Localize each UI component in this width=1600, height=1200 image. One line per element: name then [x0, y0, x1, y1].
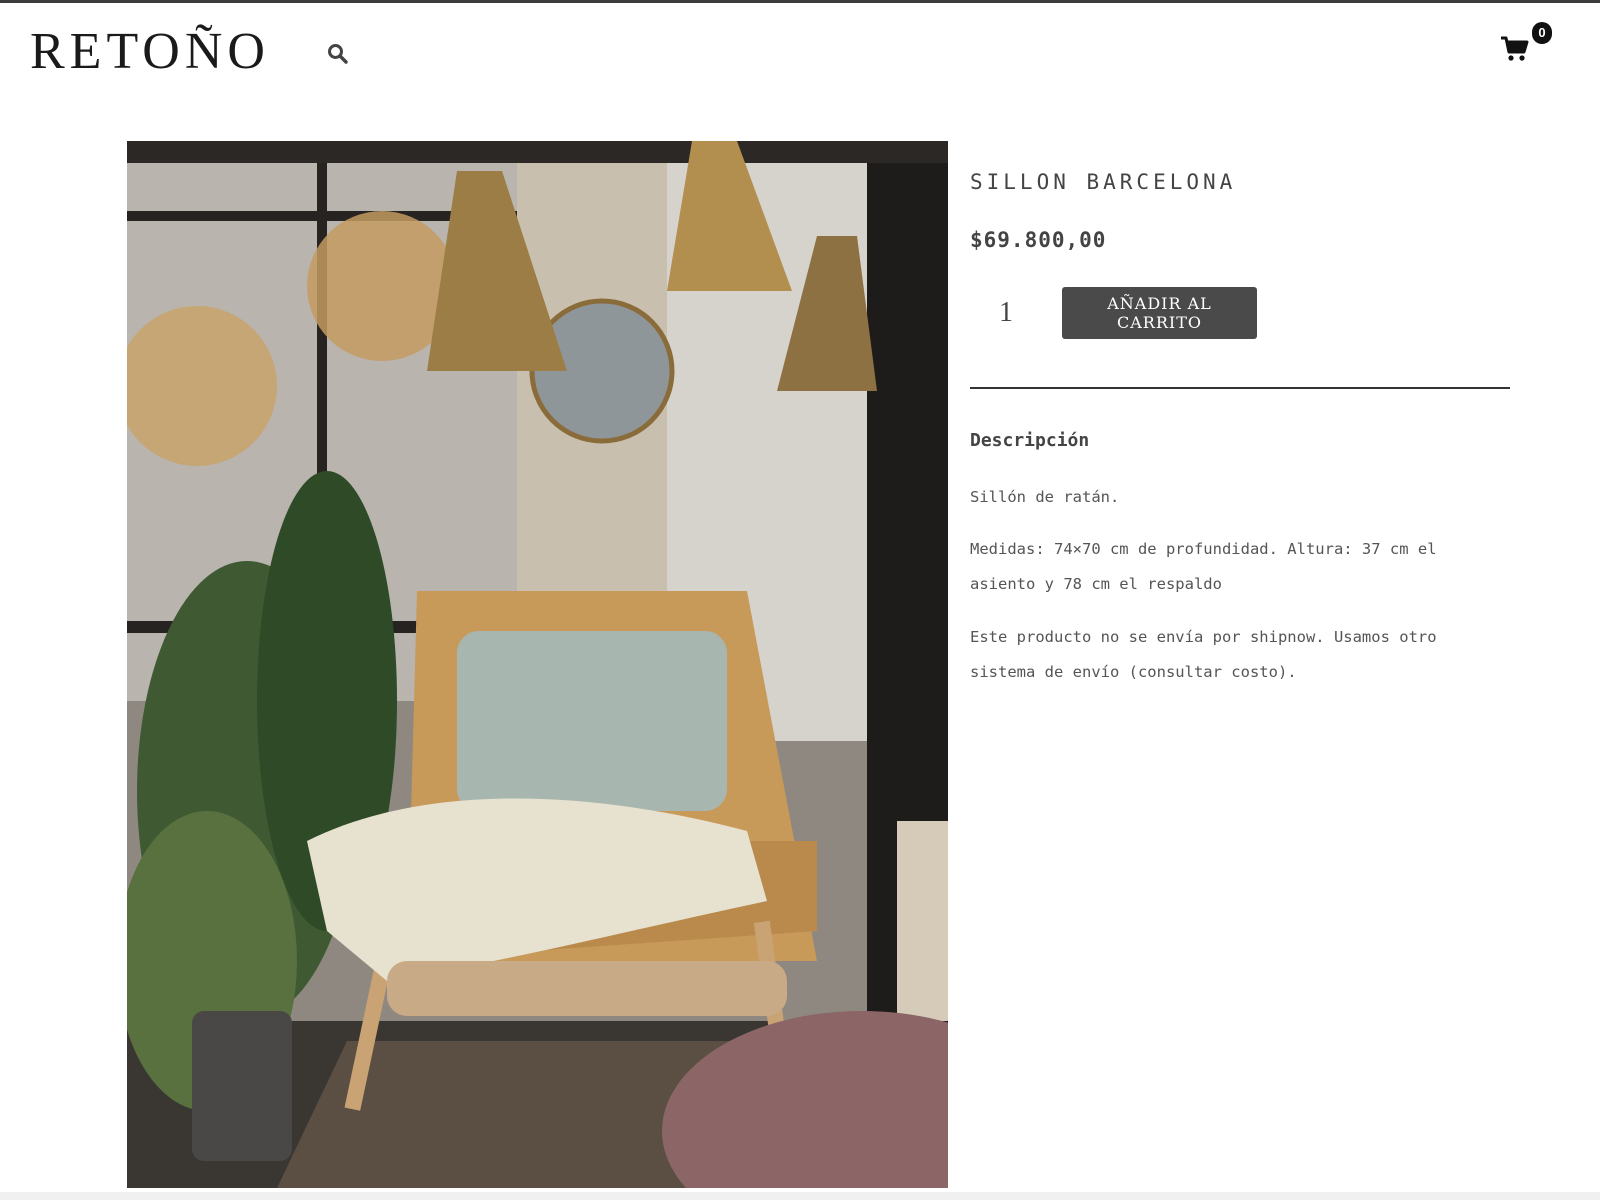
cart-icon [1500, 34, 1530, 64]
product-price: $69.800,00 [970, 228, 1107, 252]
add-to-cart-button[interactable]: AÑADIR AL CARRITO [1062, 287, 1257, 339]
cart-button[interactable]: 0 [1496, 22, 1560, 70]
divider [970, 387, 1510, 389]
description-paragraph: Este producto no se envía por shipnow. U… [970, 628, 1437, 681]
site-logo[interactable]: RETOÑO [30, 20, 270, 84]
description-paragraph: Medidas: 74×70 cm de profundidad. Altura… [970, 540, 1437, 593]
description-heading: Descripción [970, 430, 1090, 451]
product-image[interactable] [127, 141, 948, 1188]
cart-count-badge: 0 [1532, 22, 1552, 44]
description-paragraph: Sillón de ratán. [970, 488, 1120, 506]
search-icon[interactable] [326, 42, 350, 66]
product-title: SILLON BARCELONA [970, 170, 1237, 194]
top-border [0, 0, 1600, 3]
scroll-hint-strip [0, 1192, 1600, 1200]
quantity-input[interactable] [972, 288, 1040, 338]
product-page: RETOÑO 0 SILLON BARCELONA $69.800,00 1 A… [0, 0, 1600, 1200]
